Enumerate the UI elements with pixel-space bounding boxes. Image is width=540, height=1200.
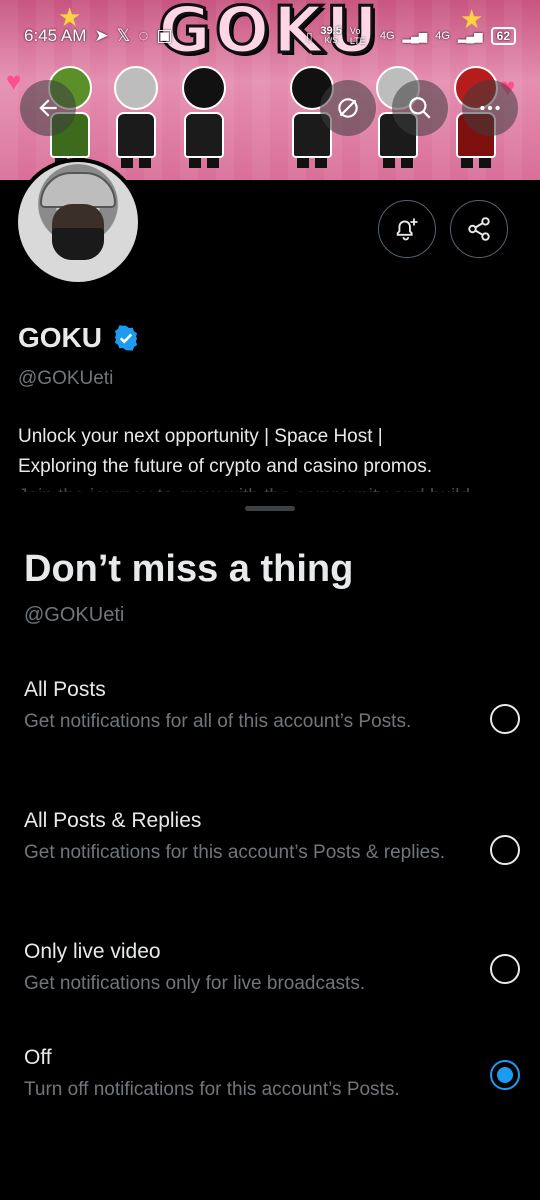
option-off[interactable]: Off Turn off notifications for this acco… — [24, 1046, 520, 1102]
avatar[interactable] — [14, 158, 142, 286]
network-speed-value: 39.5 — [320, 25, 342, 37]
bio-line: Unlock your next opportunity | Space Hos… — [18, 426, 383, 447]
notification-icon: ▣ — [156, 26, 173, 45]
network-type-2: 4G — [435, 30, 450, 42]
option-description: Turn off notifications for this account’… — [24, 1079, 400, 1100]
radio-button[interactable] — [490, 704, 520, 734]
option-label: Off — [24, 1046, 52, 1069]
sheet-drag-handle[interactable] — [245, 506, 295, 511]
arrow-left-icon — [39, 99, 57, 117]
option-description: Get notifications for all of this accoun… — [24, 711, 412, 732]
search-button[interactable] — [392, 80, 448, 136]
share-icon — [468, 217, 490, 241]
radio-button-selected[interactable] — [490, 1060, 520, 1090]
bio-line: Join the journey to grow with the commun… — [18, 482, 523, 492]
network-type-1: 4G — [379, 30, 395, 42]
banner-character — [110, 66, 162, 168]
signal-icon: ▂▄▆ — [402, 30, 428, 43]
more-button[interactable] — [462, 80, 518, 136]
option-label: All Posts & Replies — [24, 809, 202, 832]
vibrate-icon: ▯ — [306, 30, 313, 43]
option-all-posts[interactable]: All Posts Get notifications for all of t… — [24, 678, 520, 734]
profile-name: GOKU — [18, 322, 102, 353]
network-speed-unit: K/S — [324, 36, 338, 45]
option-only-live-video[interactable]: Only live video Get notifications only f… — [24, 940, 520, 996]
option-description: Get notifications for this account’s Pos… — [24, 842, 446, 863]
signal-icon: ▂▄▆ — [457, 30, 483, 43]
bell-plus-icon — [396, 218, 418, 241]
telegram-icon: ➤ — [94, 26, 109, 45]
option-label: Only live video — [24, 940, 161, 963]
option-all-posts-replies[interactable]: All Posts & Replies Get notifications fo… — [24, 809, 520, 865]
radio-button[interactable] — [490, 954, 520, 984]
sheet-handle: @GOKUeti — [24, 604, 125, 626]
heart-decoration-icon: ♥ — [6, 66, 22, 96]
x-app-icon: 𝕏 — [116, 26, 131, 45]
grok-icon — [338, 98, 358, 118]
notification-subscribe-button[interactable] — [378, 200, 436, 258]
more-icon — [480, 105, 500, 111]
status-time: 6:45 AM — [24, 26, 87, 45]
radio-button[interactable] — [490, 835, 520, 865]
share-button[interactable] — [450, 200, 508, 258]
profile-handle: @GOKUeti — [18, 368, 114, 389]
sync-icon: ◌ — [138, 26, 149, 45]
volte-indicator: Vo LTE — [349, 26, 366, 46]
banner-character — [178, 66, 230, 168]
grok-button[interactable] — [320, 80, 376, 136]
back-button[interactable] — [20, 80, 76, 136]
bio-line: Exploring the future of crypto and casin… — [18, 456, 433, 477]
status-bar: 6:45 AM ➤ 𝕏 ◌ ▣ ▯ 39.5 K/S Vo LTE 4G ▂▄▆… — [0, 20, 540, 52]
profile-bio: Unlock your next opportunity | Space Hos… — [18, 422, 523, 492]
battery-indicator: 62 — [490, 27, 516, 45]
option-label: All Posts — [24, 678, 106, 701]
verified-badge-icon[interactable] — [112, 324, 140, 352]
option-description: Get notifications only for live broadcas… — [24, 973, 366, 994]
profile-name-row: GOKU — [18, 322, 140, 354]
notification-settings-sheet: Don’t miss a thing @GOKUeti All Posts Ge… — [0, 494, 540, 1200]
sheet-title: Don’t miss a thing — [24, 548, 354, 590]
search-icon — [409, 97, 431, 119]
